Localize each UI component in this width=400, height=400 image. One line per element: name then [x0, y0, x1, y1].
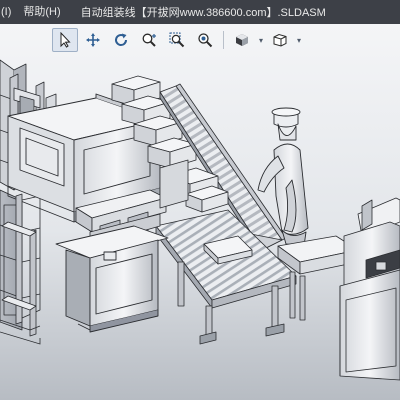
zoom-fit-icon: [198, 33, 213, 48]
zoom-area-icon: [169, 32, 185, 48]
heads-up-view-toolbar: ▾ ▾: [52, 28, 303, 52]
display-style-icon: [236, 34, 248, 46]
zoom-fit-button[interactable]: [192, 28, 218, 52]
rotate-view-icon: [115, 33, 128, 46]
zoom-in-out-button[interactable]: [136, 28, 162, 52]
select-tool-button[interactable]: [52, 28, 78, 52]
cursor-arrow-icon: [60, 32, 71, 48]
graphics-area[interactable]: ▾ ▾: [0, 24, 400, 400]
pan-tool-button[interactable]: [80, 28, 106, 52]
view-orientation-dropdown-arrow[interactable]: ▾: [295, 36, 303, 45]
display-style-button[interactable]: [229, 28, 255, 52]
document-title: 自动组装线【开拔网www.386600.com】.SLDASM: [80, 7, 326, 19]
workbench-cabinet: [55, 225, 169, 333]
rotate-tool-button[interactable]: [108, 28, 134, 52]
menu-bar: (I) 帮助(H) 自动组装线【开拔网www.386600.com】.SLDAS…: [0, 0, 400, 24]
pan-arrows-icon: [86, 33, 100, 47]
view-orientation-button[interactable]: [267, 28, 293, 52]
menu-item-help[interactable]: 帮助(H): [17, 0, 66, 24]
menu-item-partial[interactable]: (I): [0, 0, 17, 24]
display-style-dropdown-arrow[interactable]: ▾: [257, 36, 265, 45]
zoom-area-button[interactable]: [164, 28, 190, 52]
right-gantry-station: [339, 197, 400, 381]
zoom-in-out-icon: [142, 33, 156, 47]
assembly-model-view[interactable]: [0, 24, 400, 400]
view-cube-icon: [273, 33, 287, 47]
toolbar-separator: [223, 31, 224, 49]
